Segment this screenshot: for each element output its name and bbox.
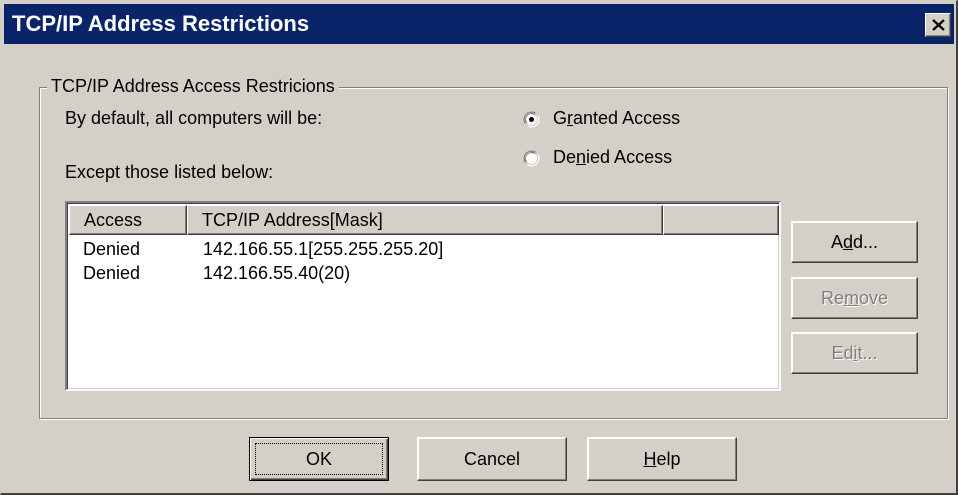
row-address: 142.166.55.40(20) [203,263,351,283]
window-title: TCP/IP Address Restrictions [12,11,310,36]
help-button[interactable]: Help [587,437,737,481]
row-address: 142.166.55.1[255.255.255.20] [203,239,444,259]
radio-granted-label[interactable]: Granted Access [553,108,680,129]
title-bar[interactable]: TCP/IP Address Restrictions [4,4,954,44]
remove-button[interactable]: Re m ove [791,277,918,319]
list-header: Access TCP/IP Address[Mask] [69,205,779,235]
default-access-label: By default, all computers will be: [65,108,323,128]
dialog-window: TCP/IP Address Restrictions TCP/IP Addre… [0,0,958,495]
column-header-access[interactable]: Access [69,205,187,235]
ok-label: OK [305,448,332,469]
column-header-address[interactable]: TCP/IP Address[Mask] [187,205,663,235]
row-access: Denied [83,263,141,283]
table-row[interactable]: Denied 142.166.55.40(20) [69,261,779,285]
cancel-label: Cancel [463,448,521,469]
radio-denied-label[interactable]: Denied Access [553,147,672,168]
close-button[interactable] [925,13,951,37]
except-label: Except those listed below: [65,162,274,182]
ok-button[interactable]: OK [249,437,389,481]
cancel-button[interactable]: Cancel [417,437,567,481]
group-legend: TCP/IP Address Access Restricions [47,73,339,99]
table-row[interactable]: Denied 142.166.55.1[255.255.255.20] [69,237,779,261]
column-header-empty[interactable] [663,205,779,235]
row-access: Denied [83,239,141,259]
close-icon [932,19,945,31]
restrictions-list[interactable]: Access TCP/IP Address[Mask] Denied 142.1… [65,201,781,391]
radio-unselected-icon[interactable] [523,150,540,167]
edit-button[interactable]: Ed i t... [791,332,918,374]
add-button[interactable]: Ad d... [791,221,918,263]
radio-selected-icon[interactable] [523,111,540,128]
